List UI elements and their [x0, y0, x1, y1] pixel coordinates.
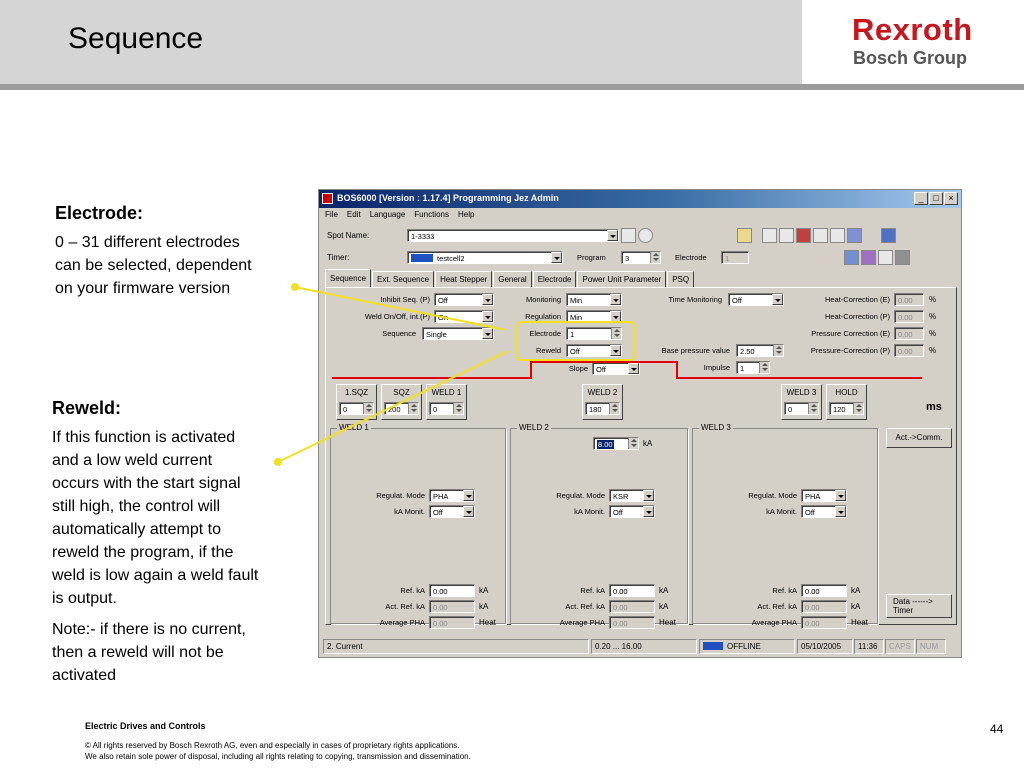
electrode-callout-line [294, 286, 507, 331]
footer-line: © All rights reserved by Bosch Rexroth A… [85, 741, 460, 750]
reweld-callout-dot [274, 458, 282, 466]
footer-copyright: © All rights reserved by Bosch Rexroth A… [85, 740, 471, 762]
page-number: 44 [990, 722, 1004, 736]
slide: Sequence Rexroth Bosch Group Electrode: … [0, 0, 1024, 768]
electrode-callout-dot [291, 283, 299, 291]
footer-line: We also retain sole power of disposal, i… [85, 752, 471, 761]
reweld-callout-line [277, 350, 509, 463]
callout-lines [274, 283, 509, 466]
footer-company: Electric Drives and Controls [85, 721, 206, 731]
